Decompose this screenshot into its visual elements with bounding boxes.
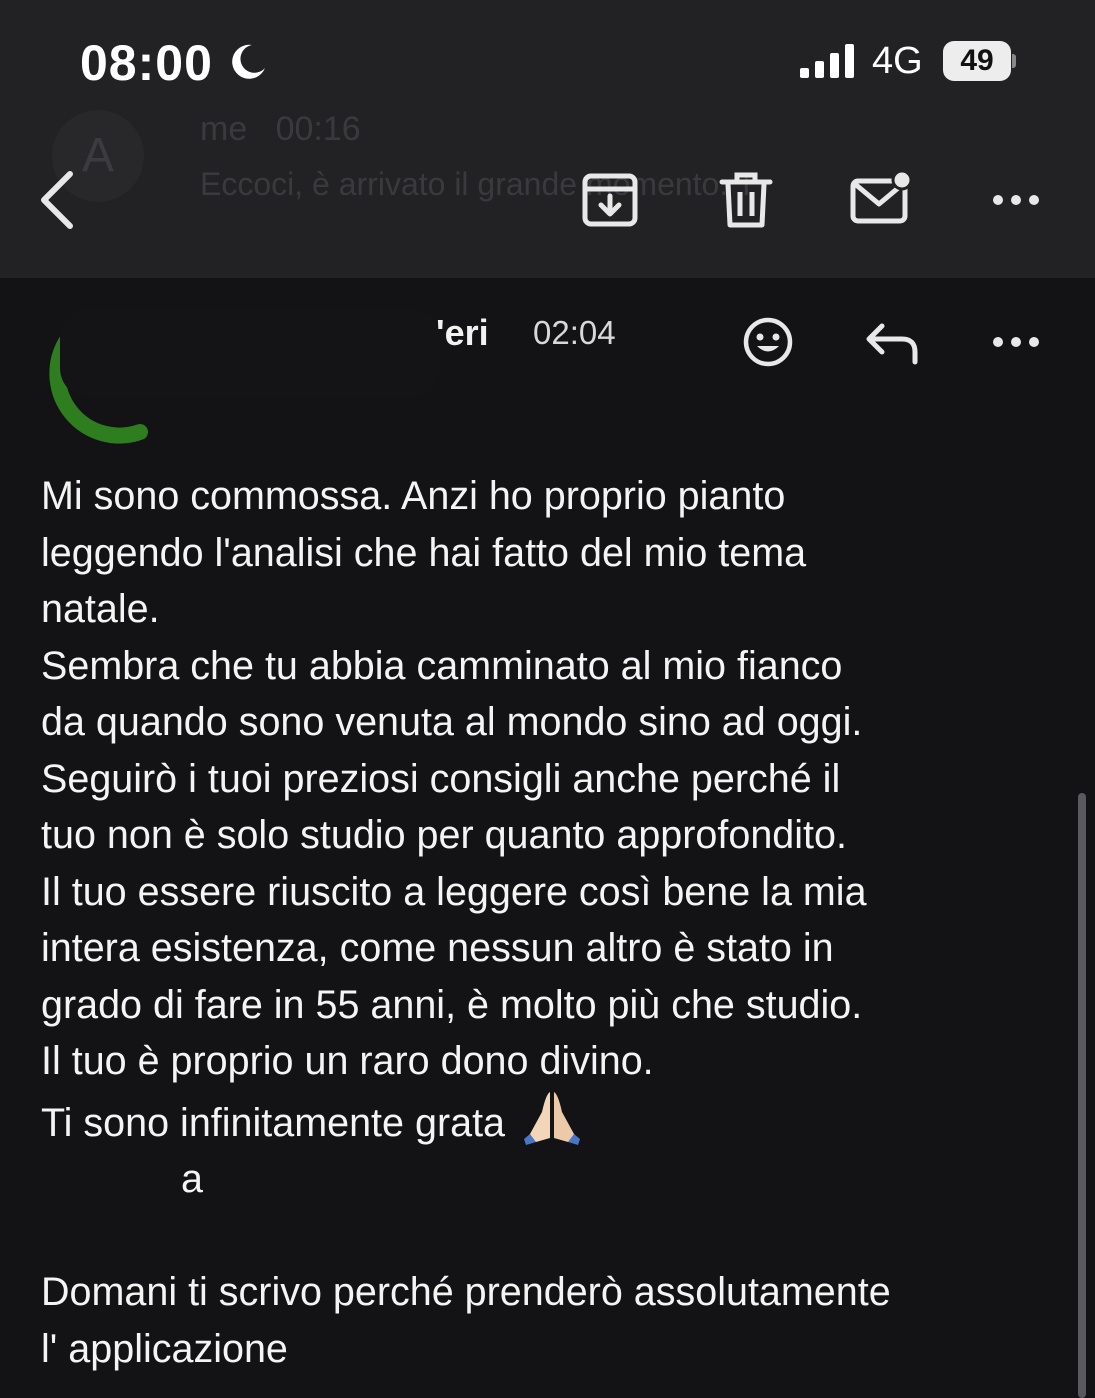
mark-unread-icon[interactable] bbox=[848, 168, 914, 228]
battery-level: 49 bbox=[943, 41, 1011, 81]
message-line: tuo non è solo studio per quanto approfo… bbox=[41, 813, 847, 857]
message-line: Sembra che tu abbia camminato al mio fia… bbox=[41, 643, 843, 688]
scrollbar[interactable] bbox=[1078, 793, 1086, 1398]
praying-hands-icon bbox=[524, 1091, 580, 1145]
more-icon[interactable] bbox=[988, 186, 1044, 214]
message-time: 02:04 bbox=[533, 314, 616, 351]
more-icon[interactable] bbox=[988, 328, 1044, 356]
message-line: Mi sono commossa. Anzi ho proprio pianto bbox=[41, 474, 786, 518]
message-view: 'eri 02:04 Mi sono commossa. Anzi ho pro… bbox=[0, 278, 1095, 1398]
emoji-reaction-icon[interactable] bbox=[742, 316, 794, 368]
reply-icon[interactable] bbox=[864, 322, 920, 366]
message-line: intera esistenza, come nessun altro è st… bbox=[41, 926, 834, 970]
background-preview: Eccoci, è arrivato il grande momento. T bbox=[200, 166, 757, 202]
signature-line: a bbox=[41, 1151, 1051, 1208]
archive-icon[interactable] bbox=[580, 170, 640, 230]
thanks-text: Ti sono infinitamente grata bbox=[41, 1100, 506, 1145]
message-line: Il tuo è proprio un raro dono divino. bbox=[41, 1039, 654, 1083]
trash-icon[interactable] bbox=[718, 170, 774, 230]
top-bar: A me 00:16 Eccoci, è arrivato il grande … bbox=[0, 0, 1095, 278]
signature-tail: a bbox=[181, 1157, 203, 1201]
redacted-sender bbox=[60, 308, 440, 398]
back-icon[interactable] bbox=[36, 170, 80, 230]
message-line: Seguirò i tuoi preziosi consigli anche p… bbox=[41, 756, 841, 801]
message-line: leggendo l'analisi che hai fatto del mio… bbox=[41, 530, 807, 575]
message-line: Il tuo essere riuscito a leggere così be… bbox=[41, 869, 867, 914]
message-line: natale. bbox=[41, 587, 160, 631]
message-line: da quando sono venuta al mondo sino ad o… bbox=[41, 700, 863, 744]
signal-icon bbox=[800, 44, 854, 78]
battery-tip bbox=[1012, 54, 1016, 68]
message-line: Domani ti scrivo perché prenderò assolut… bbox=[41, 1270, 891, 1314]
message-line: l' applicazione bbox=[41, 1326, 288, 1371]
status-time: 08:00 bbox=[80, 35, 213, 91]
message-body: Mi sono commossa. Anzi ho proprio pianto… bbox=[41, 468, 1051, 1377]
message-line: grado di fare in 55 anni, è molto più ch… bbox=[41, 982, 863, 1027]
moon-icon bbox=[232, 44, 265, 79]
battery-icon: 49 bbox=[943, 41, 1016, 81]
thanks-line: Ti sono infinitamente grata bbox=[41, 1090, 1051, 1152]
background-sender: me 00:16 bbox=[200, 110, 361, 148]
sender-name[interactable]: 'eri bbox=[436, 312, 489, 354]
redacted-name bbox=[41, 1162, 181, 1202]
network-type: 4G bbox=[872, 40, 923, 82]
